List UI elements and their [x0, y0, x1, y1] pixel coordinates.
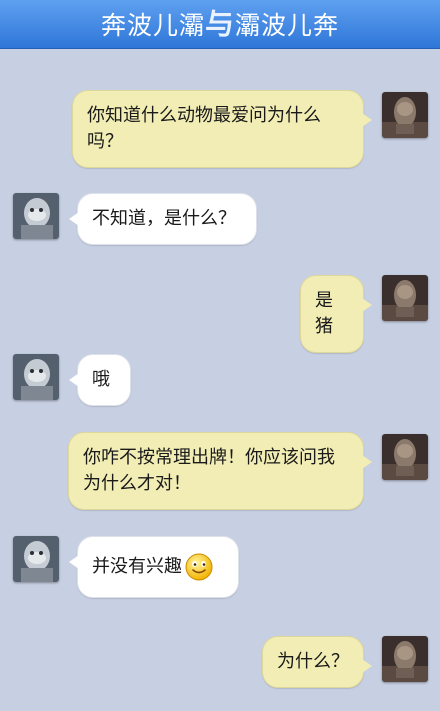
avatar-other[interactable]	[13, 193, 59, 239]
message-text: 并没有兴趣	[92, 556, 182, 577]
message-text: 你咋不按常理出牌！你应该问我为什么才对！	[83, 447, 335, 494]
message-bubble-sent[interactable]: 是猪	[300, 275, 372, 353]
message-text: 是猪	[315, 290, 333, 337]
message-text: 哦	[92, 369, 110, 390]
message-bubble-sent[interactable]: 你咋不按常理出牌！你应该问我为什么才对！	[68, 432, 372, 510]
message-bubble-sent[interactable]: 你知道什么动物最爱问为什么吗？	[72, 90, 372, 168]
message-text: 你知道什么动物最爱问为什么吗？	[87, 105, 321, 152]
message-bubble-received[interactable]: 不知道，是什么？	[69, 193, 257, 245]
avatar-other[interactable]	[13, 354, 59, 400]
title-left: 奔波儿灞	[100, 11, 205, 40]
avatar-self[interactable]	[382, 275, 428, 321]
avatar-self[interactable]	[382, 636, 428, 682]
message-bubble-received[interactable]: 哦	[69, 354, 131, 406]
title-right: 灞波儿奔	[235, 11, 340, 40]
title-bar: 奔波儿灞与灞波儿奔	[0, 0, 440, 49]
avatar-self[interactable]	[382, 92, 428, 138]
message-bubble-sent[interactable]: 为什么？	[262, 636, 372, 688]
avatar-self[interactable]	[382, 434, 428, 480]
message-text: 不知道，是什么？	[92, 208, 236, 229]
message-bubble-received[interactable]: 并没有兴趣	[69, 536, 239, 598]
message-text: 为什么？	[277, 651, 349, 672]
title-separator: 与	[204, 7, 235, 41]
avatar-other[interactable]	[13, 536, 59, 582]
smiley-face-icon	[185, 553, 213, 581]
